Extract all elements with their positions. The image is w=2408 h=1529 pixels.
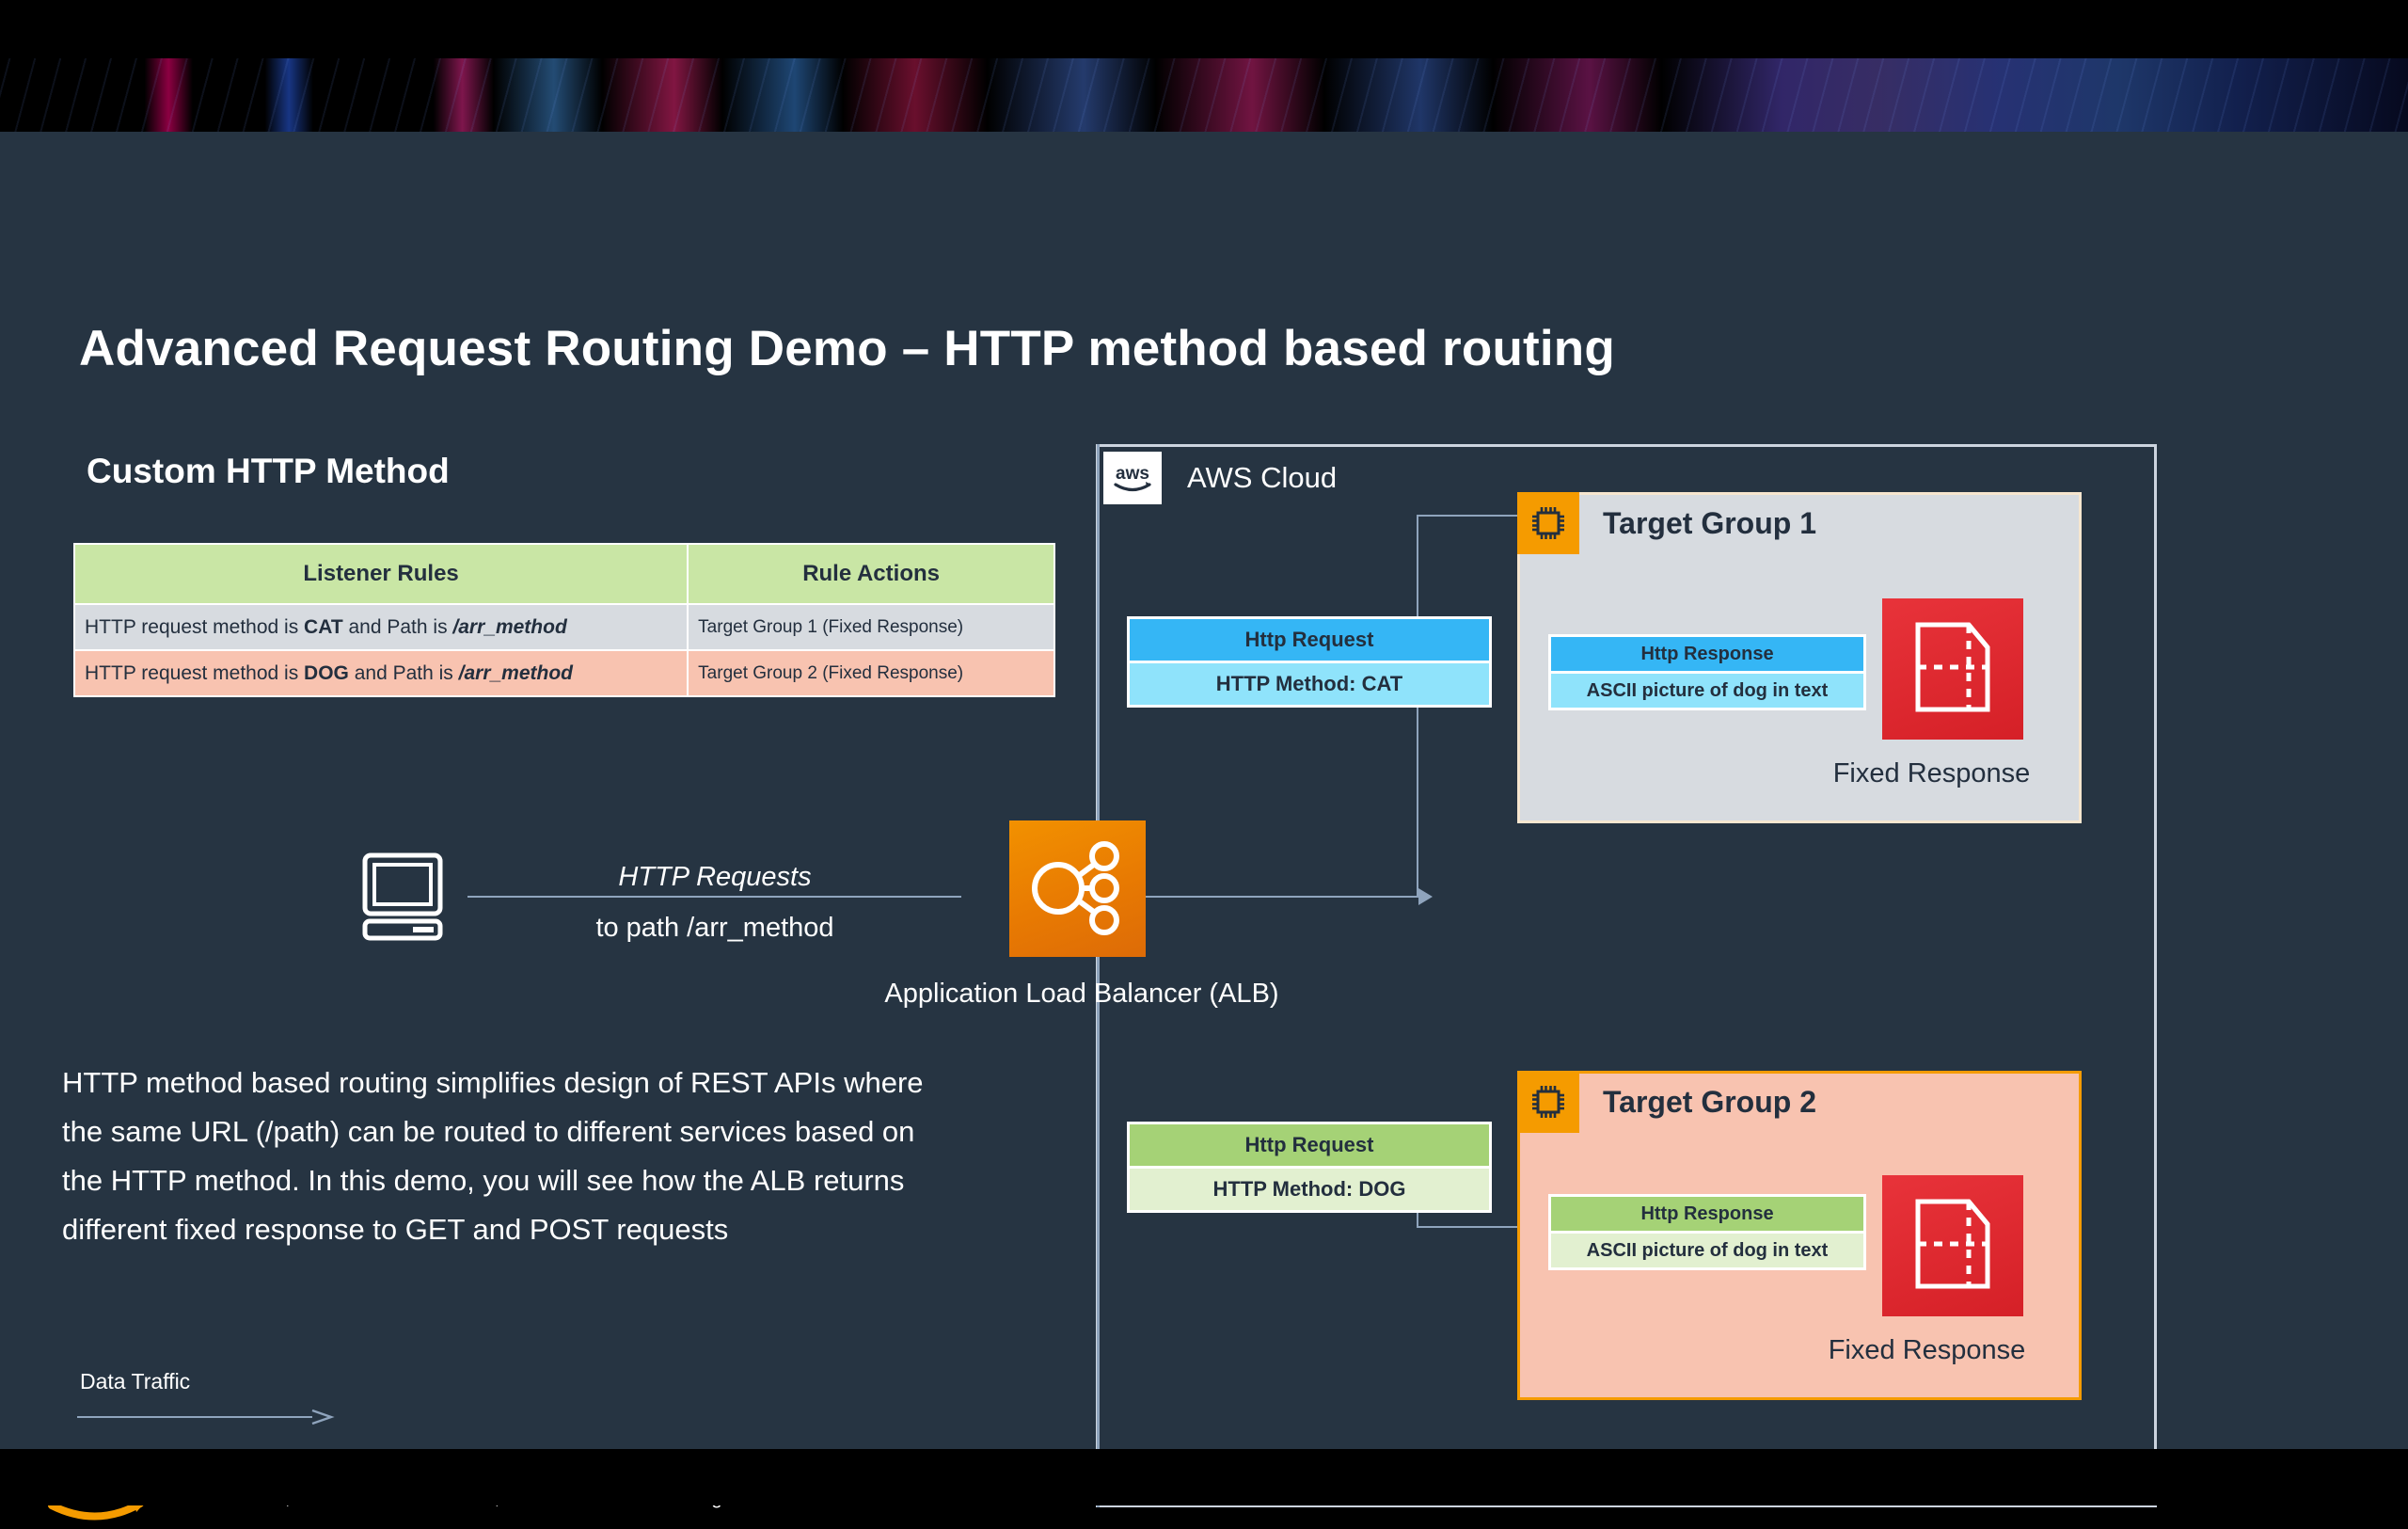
fixed-response-label: Fixed Response xyxy=(1832,758,2031,788)
rule-middle: and Path is xyxy=(342,615,453,638)
column-header-listener-rules: Listener Rules xyxy=(72,543,689,605)
table-row: HTTP request method is DOG and Path is /… xyxy=(72,649,1055,697)
branch-1-horizontal xyxy=(1417,515,1526,517)
rule-prefix: HTTP request method is xyxy=(85,615,305,638)
http-response-box: Http Response ASCII picture of dog in te… xyxy=(1548,634,1866,710)
svg-text:aws: aws xyxy=(1116,464,1149,484)
request-detail: HTTP Method: CAT xyxy=(1130,663,1489,705)
desktop-computer-icon xyxy=(359,852,452,941)
column-header-rule-actions: Rule Actions xyxy=(687,543,1055,605)
action-cell-tg1: Target Group 1 (Fixed Response) xyxy=(687,603,1055,651)
cloud-vertical-connector xyxy=(1097,444,1100,1507)
response-detail: ASCII picture of dog in text xyxy=(1551,674,1863,708)
decorative-header-banner xyxy=(0,0,2408,132)
request-detail: HTTP Method: DOG xyxy=(1130,1169,1489,1210)
http-response-box: Http Response ASCII picture of dog in te… xyxy=(1548,1194,1866,1270)
description-text: HTTP method based routing simplifies des… xyxy=(62,1066,924,1246)
rule-method: CAT xyxy=(304,615,343,638)
target-group-1-box: Target Group 1 Http Response ASCII pictu… xyxy=(1517,492,2082,823)
aws-cloud-label: AWS Cloud xyxy=(1187,461,1338,494)
slide: Advanced Request Routing Demo – HTTP met… xyxy=(0,0,2408,1521)
cpu-chip-icon xyxy=(1517,1071,1579,1133)
branch-2-horizontal xyxy=(1417,1226,1526,1228)
rule-cell-cat: HTTP request method is CAT and Path is /… xyxy=(72,603,689,651)
rule-method: DOG xyxy=(304,661,349,684)
legend-line xyxy=(77,1416,312,1418)
legend-label: Data Traffic xyxy=(80,1369,191,1394)
request-title: Http Request xyxy=(1130,619,1489,661)
cpu-chip-icon xyxy=(1517,492,1579,554)
aws-logo-icon: aws xyxy=(1103,452,1162,504)
table-header-row: Listener Rules Rule Actions xyxy=(72,543,1055,605)
alb-output-line xyxy=(1146,896,1418,898)
http-request-box-dog: Http Request HTTP Method: DOG xyxy=(1127,1122,1492,1213)
fixed-response-icon xyxy=(1882,598,2023,740)
request-title: Http Request xyxy=(1130,1124,1489,1166)
http-request-box-cat: Http Request HTTP Method: CAT xyxy=(1127,616,1492,708)
listener-rules-table: Listener Rules Rule Actions HTTP request… xyxy=(72,543,1055,697)
target-group-2-box: Target Group 2 Http Response ASCII pictu… xyxy=(1517,1071,2082,1400)
footer-black-bar xyxy=(0,1449,2408,1505)
arrow-right-icon xyxy=(310,1409,335,1430)
table-row: HTTP request method is CAT and Path is /… xyxy=(72,603,1055,651)
arrow-right-icon xyxy=(1418,888,1433,905)
fixed-response-label: Fixed Response xyxy=(1828,1335,2026,1365)
rule-path: /arr_method xyxy=(452,615,567,638)
alb-label: Application Load Balancer (ALB) xyxy=(884,979,1279,1009)
action-cell-tg2: Target Group 2 (Fixed Response) xyxy=(687,649,1055,697)
response-title: Http Response xyxy=(1551,1197,1863,1231)
flow-label-path: to path /arr_method xyxy=(595,913,834,943)
flow-label-http-requests: HTTP Requests xyxy=(618,862,812,892)
rule-cell-dog: HTTP request method is DOG and Path is /… xyxy=(72,649,689,697)
banner-streaks-graphic xyxy=(0,58,2408,132)
rule-middle: and Path is xyxy=(348,661,459,684)
rule-path: /arr_method xyxy=(458,661,574,684)
target-group-title: Target Group 1 xyxy=(1603,506,1816,540)
rule-prefix: HTTP request method is xyxy=(85,661,305,684)
application-load-balancer-icon xyxy=(1009,820,1146,957)
response-title: Http Response xyxy=(1551,637,1863,671)
target-group-title: Target Group 2 xyxy=(1603,1085,1816,1119)
client-to-alb-line xyxy=(467,896,961,898)
fixed-response-icon xyxy=(1882,1175,2023,1316)
page-title: Advanced Request Routing Demo – HTTP met… xyxy=(79,321,1615,376)
section-subtitle: Custom HTTP Method xyxy=(87,452,450,490)
slide-body: Advanced Request Routing Demo – HTTP met… xyxy=(0,132,2408,1521)
response-detail: ASCII picture of dog in text xyxy=(1551,1234,1863,1267)
